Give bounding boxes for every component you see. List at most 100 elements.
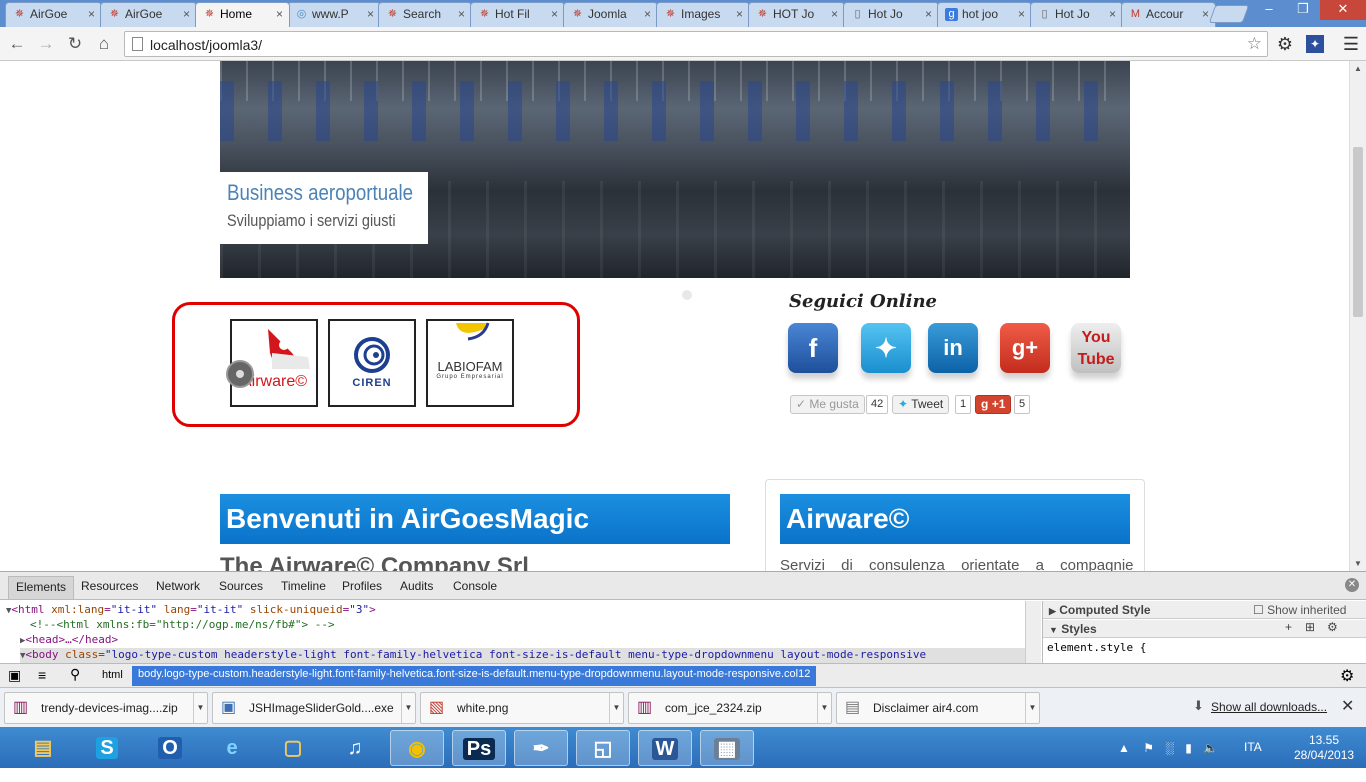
scroll-up-icon[interactable]: ▲ xyxy=(1354,64,1362,73)
volume-icon[interactable]: 🔈 xyxy=(1203,741,1218,755)
pen-tool-icon[interactable]: ✒ xyxy=(514,730,568,766)
breadcrumb-html[interactable]: html xyxy=(102,669,123,681)
skype-icon[interactable]: S xyxy=(80,730,134,766)
download-menu-icon[interactable]: ▼ xyxy=(817,693,831,723)
explorer-icon[interactable]: ▤ xyxy=(16,730,70,766)
dom-node-body[interactable]: ▼<body class="logo-type-custom headersty… xyxy=(20,648,1025,663)
download-item[interactable]: ▧ white.png ▼ xyxy=(420,692,624,724)
toggle-state-icon[interactable]: ⊞ xyxy=(1305,620,1315,634)
tab-close-icon[interactable]: × xyxy=(183,7,190,21)
style-settings-icon[interactable]: ⚙ xyxy=(1327,620,1338,634)
outlook-icon[interactable]: O xyxy=(143,730,197,766)
dom-scrollbar[interactable] xyxy=(1025,601,1041,663)
tab-close-icon[interactable]: × xyxy=(1202,7,1209,21)
partner-logo-ciren[interactable]: CIREN xyxy=(328,319,416,407)
signal-icon[interactable]: ▮ xyxy=(1185,741,1192,755)
minimize-icon[interactable]: – xyxy=(1252,0,1286,20)
close-shelf-icon[interactable]: ✕ xyxy=(1341,696,1354,716)
bookmark-star-icon[interactable]: ☆ xyxy=(1247,34,1262,54)
download-item[interactable]: ▣ JSHImageSliderGold....exe ▼ xyxy=(212,692,416,724)
word-icon[interactable]: W xyxy=(638,730,692,766)
flag-icon[interactable]: ⚑ xyxy=(1143,741,1154,755)
browser-tab[interactable]: ✵ Home × xyxy=(195,2,290,27)
tab-close-icon[interactable]: × xyxy=(831,7,838,21)
folder-icon[interactable]: ▢ xyxy=(266,730,320,766)
tweet-button[interactable]: ✦ Tweet xyxy=(892,395,950,414)
browser-tab[interactable]: ✵ AirGoe × xyxy=(100,2,197,27)
browser-tab[interactable]: ▯ Hot Jo × xyxy=(843,2,939,27)
youtube-icon[interactable]: You Tube xyxy=(1071,323,1121,373)
back-arrow-icon[interactable]: ← xyxy=(6,33,28,55)
devtools-tab-elements[interactable]: Elements xyxy=(8,576,75,599)
scroll-down-icon[interactable]: ▼ xyxy=(1354,559,1362,568)
language-indicator[interactable]: ITA xyxy=(1244,740,1262,781)
home-icon[interactable]: ⌂ xyxy=(93,33,115,55)
styles-section[interactable]: ▼ Styles + ⊞ ⚙ xyxy=(1043,620,1366,638)
download-item[interactable]: ▥ trendy-devices-imag....zip ▼ xyxy=(4,692,208,724)
inspect-search-icon[interactable]: ⚲ xyxy=(70,666,80,683)
download-menu-icon[interactable]: ▼ xyxy=(1025,693,1039,723)
facebook-like-button[interactable]: ✓ Me gusta xyxy=(790,395,865,414)
tab-close-icon[interactable]: × xyxy=(367,7,374,21)
scroll-thumb[interactable] xyxy=(1353,147,1363,317)
browser-tab[interactable]: ▯ Hot Jo × xyxy=(1030,2,1123,27)
tab-close-icon[interactable]: × xyxy=(1018,7,1025,21)
network-icon[interactable]: ░ xyxy=(1165,741,1174,755)
browser-tab[interactable]: ✵ AirGoe × xyxy=(5,2,102,27)
chrome-icon[interactable]: ◉ xyxy=(390,730,444,766)
twitter-icon[interactable]: ✦ xyxy=(861,323,911,373)
dom-node-html[interactable]: ▼<html xml:lang="it-it" lang="it-it" sli… xyxy=(6,603,376,618)
facebook-icon[interactable]: f xyxy=(788,323,838,373)
partner-logo-labiofam[interactable]: LABIOFAM Grupo Empresarial xyxy=(426,319,514,407)
devtools-settings-icon[interactable]: ⚙ xyxy=(1340,666,1354,686)
devtools-tab-timeline[interactable]: Timeline xyxy=(281,579,326,593)
browser-tab[interactable]: ◎ www.P × xyxy=(287,2,381,27)
maximize-icon[interactable]: ❐ xyxy=(1286,0,1320,20)
browser-tab[interactable]: ✵ HOT Jo × xyxy=(748,2,845,27)
photoshop-icon[interactable]: Ps xyxy=(452,730,506,766)
tab-close-icon[interactable]: × xyxy=(458,7,465,21)
tab-close-icon[interactable]: × xyxy=(88,7,95,21)
add-rule-icon[interactable]: + xyxy=(1285,620,1292,634)
tab-close-icon[interactable]: × xyxy=(551,7,558,21)
menu-icon[interactable]: ☰ xyxy=(1340,33,1362,55)
linkedin-icon[interactable]: in xyxy=(928,323,978,373)
dock-icon[interactable]: ▣ xyxy=(8,667,21,684)
browser-tab[interactable]: M Accour × xyxy=(1121,2,1216,27)
tab-close-icon[interactable]: × xyxy=(276,7,283,21)
browser-tab[interactable]: ✵ Images × xyxy=(656,2,750,27)
tab-close-icon[interactable]: × xyxy=(925,7,932,21)
download-item[interactable]: ▥ com_jce_2324.zip ▼ xyxy=(628,692,832,724)
tray-expand-icon[interactable]: ▲ xyxy=(1118,741,1130,755)
browser-tab[interactable]: ✵ Hot Fil × xyxy=(470,2,565,27)
devtools-tab-sources[interactable]: Sources xyxy=(219,579,263,593)
new-tab-button[interactable] xyxy=(1208,5,1250,23)
breadcrumb-body[interactable]: body.logo-type-custom.headerstyle-light.… xyxy=(132,666,817,686)
expand-triangle-icon[interactable]: ▶ xyxy=(1049,606,1056,616)
dom-node-head[interactable]: ▶<head>…</head> xyxy=(20,633,118,648)
close-window-icon[interactable]: ✕ xyxy=(1320,0,1366,20)
download-item[interactable]: ▤ Disclaimer air4.com ▼ xyxy=(836,692,1040,724)
google-plus-one-button[interactable]: g +1 xyxy=(975,395,1012,414)
show-inherited-checkbox[interactable]: ☐ Show inherited xyxy=(1253,603,1346,617)
page-scrollbar[interactable]: ▲ ▼ xyxy=(1349,61,1366,571)
download-menu-icon[interactable]: ▼ xyxy=(609,693,623,723)
slider-prev-button[interactable] xyxy=(226,360,254,388)
element-style-rule[interactable]: element.style { xyxy=(1047,641,1146,654)
browser-tab[interactable]: ✵ Search × xyxy=(378,2,472,27)
devtools-tab-resources[interactable]: Resources xyxy=(81,579,138,593)
notepad-icon[interactable]: ◱ xyxy=(576,730,630,766)
devtools-tab-console[interactable]: Console xyxy=(453,579,497,593)
download-menu-icon[interactable]: ▼ xyxy=(193,693,207,723)
settings-gear-icon[interactable]: ⚙ xyxy=(1274,33,1296,55)
show-all-downloads-link[interactable]: Show all downloads... xyxy=(1211,700,1327,714)
google-plus-icon[interactable]: g+ xyxy=(1000,323,1050,373)
tab-close-icon[interactable]: × xyxy=(736,7,743,21)
itunes-icon[interactable]: ♫ xyxy=(328,730,382,766)
close-devtools-icon[interactable]: ✕ xyxy=(1345,578,1359,592)
browser-tab[interactable]: ✵ Joomla × xyxy=(563,2,658,27)
calculator-icon[interactable]: ▦ xyxy=(700,730,754,766)
devtools-tab-audits[interactable]: Audits xyxy=(400,579,433,593)
reload-icon[interactable]: ↻ xyxy=(64,33,86,55)
browser-tab[interactable]: g hot joo × xyxy=(937,2,1032,27)
